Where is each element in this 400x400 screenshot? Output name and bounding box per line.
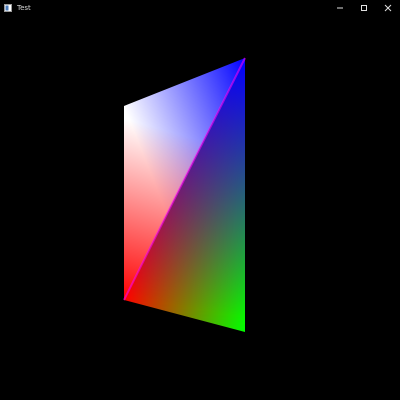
app-window: Test [0,0,400,400]
render-viewport[interactable] [0,16,400,400]
close-button[interactable] [376,0,400,16]
close-icon [384,4,392,12]
window-controls [328,0,400,16]
minimize-icon [336,4,344,12]
rendered-scene [123,57,246,332]
title-bar[interactable]: Test [0,0,400,16]
quad [123,57,246,332]
window-title: Test [17,4,31,12]
maximize-button[interactable] [352,0,376,16]
minimize-button[interactable] [328,0,352,16]
maximize-icon [360,4,368,12]
app-window-icon [4,4,12,12]
